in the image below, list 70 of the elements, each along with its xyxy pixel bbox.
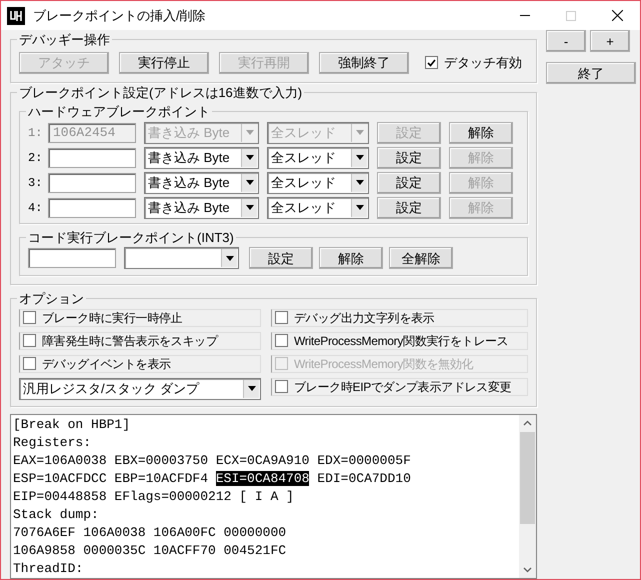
- log-line: [Break on HBP1]: [13, 416, 132, 434]
- option-label: デバッグ出力文字列を表示: [294, 310, 434, 326]
- option-row[interactable]: WriteProcessMemory関数実行をトレース: [271, 332, 528, 350]
- option-label: WriteProcessMemory関数を無効化: [294, 356, 474, 372]
- checkbox-label: デタッチ有効: [444, 54, 522, 72]
- address-field[interactable]: [48, 172, 136, 192]
- checkbox[interactable]: [275, 311, 288, 324]
- step-button[interactable]: +: [590, 30, 630, 52]
- dropdown[interactable]: 書き込み Byte: [144, 146, 259, 168]
- group-title: ハードウェアブレークポイント: [27, 103, 211, 121]
- dropdown[interactable]: 全スレッド: [267, 146, 369, 168]
- log-line: Registers:: [13, 434, 92, 452]
- push-button[interactable]: 実行停止: [119, 52, 209, 74]
- option-label: 障害発生時に警告表示をスキップ: [42, 332, 218, 350]
- push-button[interactable]: 設定: [377, 146, 441, 168]
- dropdown[interactable]: 全スレッド: [267, 172, 369, 194]
- option-row[interactable]: ブレーク時EIPでダンプ表示アドレス変更: [271, 378, 528, 396]
- dropdown[interactable]: 書き込み Byte: [144, 172, 259, 194]
- checkbox[interactable]: [23, 311, 36, 324]
- push-button[interactable]: 強制終了: [319, 52, 409, 74]
- minimize-icon: [520, 15, 530, 16]
- option-row[interactable]: ブレーク時に実行一時停止: [19, 308, 261, 326]
- row-number: 1:: [28, 124, 40, 142]
- group-title: コード実行ブレークポイント(INT3): [27, 228, 235, 247]
- dropdown[interactable]: 全スレッド: [267, 196, 369, 218]
- push-button[interactable]: 終了: [546, 62, 636, 84]
- push-button[interactable]: 設定: [377, 196, 441, 218]
- app-icon: [7, 6, 25, 24]
- option-label: WriteProcessMemory関数実行をトレース: [294, 332, 508, 350]
- row-number: 4:: [28, 200, 40, 216]
- log-line: EAX=106A0038 EBX=00003750 ECX=0CA9A910 EDX=0000005F: [13, 452, 412, 470]
- close-icon: [612, 10, 622, 21]
- push-button[interactable]: 解除: [319, 247, 383, 269]
- log-line: ESP=10ACFDCC EBP=10ACFDF4 ESI=0CA84708 EDI=0CA7DD10: [13, 470, 412, 488]
- log-line: Stack dump:: [13, 506, 100, 524]
- checkbox[interactable]: [23, 334, 36, 347]
- scrollbar[interactable]: [519, 414, 536, 578]
- row-number: 2:: [28, 150, 40, 166]
- log-line: ThreadID:: [13, 560, 84, 578]
- option-label: デバッグイベントを表示: [42, 356, 171, 372]
- window-title: ブレークポイントの挿入/削除: [33, 6, 206, 25]
- address-field[interactable]: [28, 248, 116, 268]
- group-title: オプション: [18, 290, 85, 308]
- option-row[interactable]: デバッグイベントを表示: [19, 354, 261, 372]
- checkbox[interactable]: [23, 357, 36, 370]
- maximize-icon: [566, 10, 576, 20]
- dropdown[interactable]: 汎用レジスタ/スタック ダンプ: [19, 378, 261, 400]
- log-line: EIP=00448858 EFlags=00000212 [ I A ]: [13, 488, 295, 506]
- checkbox[interactable]: [275, 334, 288, 347]
- row-number: 3:: [28, 174, 40, 192]
- address-field[interactable]: [48, 148, 136, 168]
- option-row[interactable]: デバッグ出力文字列を表示: [271, 308, 528, 326]
- checkbox[interactable]: [425, 56, 438, 69]
- scroll-thumb[interactable]: [520, 432, 535, 524]
- log-line: 7076A6EF 106A0038 106A00FC 00000000: [13, 524, 288, 542]
- option-row[interactable]: 障害発生時に警告表示をスキップ: [19, 332, 261, 350]
- dropdown[interactable]: 書き込み Byte: [144, 196, 259, 218]
- push-button[interactable]: 全解除: [389, 247, 453, 269]
- group-title: デバッギー操作: [18, 31, 111, 49]
- option-label: ブレーク時に実行一時停止: [42, 310, 182, 326]
- step-button[interactable]: -: [546, 30, 586, 52]
- dropdown[interactable]: [124, 247, 239, 269]
- push-button[interactable]: 設定: [377, 172, 441, 194]
- checkbox[interactable]: [275, 380, 288, 393]
- group-title: ブレークポイント設定(アドレスは16進数で入力): [18, 84, 304, 102]
- address-field[interactable]: [48, 198, 136, 218]
- option-label: ブレーク時EIPでダンプ表示アドレス変更: [294, 378, 512, 396]
- push-button[interactable]: 解除: [449, 122, 513, 144]
- push-button[interactable]: 設定: [249, 247, 313, 269]
- log-line: 106A9858 0000035C 10ACFF70 004521FC: [13, 542, 288, 560]
